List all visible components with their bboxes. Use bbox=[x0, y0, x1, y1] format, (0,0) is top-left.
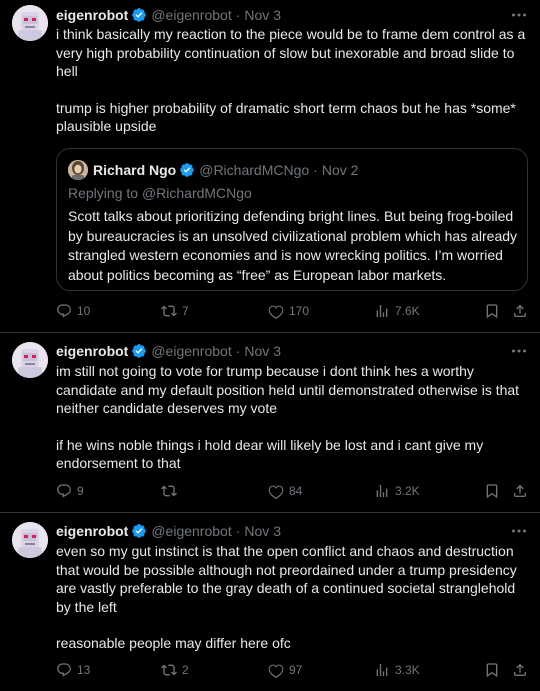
views-button[interactable]: 7.6K bbox=[374, 301, 420, 321]
views-count: 3.2K bbox=[395, 484, 420, 498]
like-count: 170 bbox=[289, 304, 310, 318]
verified-badge-icon bbox=[131, 343, 147, 359]
tweet-text: i think basically my reaction to the pie… bbox=[56, 25, 528, 136]
timestamp[interactable]: Nov 3 bbox=[244, 7, 281, 23]
replying-to-label: Replying to bbox=[68, 185, 139, 201]
reply-button[interactable]: 9 bbox=[56, 481, 84, 501]
reply-icon bbox=[57, 484, 71, 498]
share-icon bbox=[514, 663, 526, 676]
retweet-button[interactable]: 7 bbox=[161, 301, 189, 321]
tweet-text: im still not going to vote for trump bec… bbox=[56, 362, 528, 473]
tweet-paragraph: reasonable people may differ here ofc bbox=[56, 635, 291, 651]
views-button[interactable]: 3.2K bbox=[374, 481, 420, 501]
author-handle[interactable]: @eigenrobot bbox=[151, 343, 231, 359]
more-icon[interactable] bbox=[510, 342, 528, 360]
verified-badge-icon bbox=[131, 7, 147, 23]
tweet-paragraph: im still not going to vote for trump bec… bbox=[56, 363, 520, 416]
retweet-count: 7 bbox=[182, 304, 189, 318]
views-count: 3.3K bbox=[395, 663, 420, 677]
bookmark-button[interactable] bbox=[484, 660, 500, 680]
avatar[interactable] bbox=[12, 342, 48, 378]
separator: · bbox=[235, 7, 241, 23]
like-button[interactable]: 97 bbox=[268, 660, 302, 680]
timestamp[interactable]: Nov 3 bbox=[244, 343, 281, 359]
more-icon[interactable] bbox=[510, 522, 528, 540]
retweet-button[interactable]: 2 bbox=[161, 660, 189, 680]
quoted-tweet-text: Scott talks about prioritizing defending… bbox=[68, 208, 518, 283]
share-button[interactable] bbox=[512, 301, 528, 321]
tweet-header: eigenrobot @eigenrobot · Nov 3 bbox=[56, 522, 281, 540]
action-bar: 13 2 97 3.3K bbox=[56, 660, 528, 680]
reply-count: 9 bbox=[77, 484, 84, 498]
views-icon bbox=[376, 664, 388, 676]
reply-icon bbox=[57, 663, 71, 677]
tweet-header: eigenrobot @eigenrobot · Nov 3 bbox=[56, 6, 281, 24]
quoted-tweet-header: Richard Ngo @RichardMCNgo · Nov 2 bbox=[68, 160, 359, 180]
views-icon bbox=[376, 485, 388, 497]
like-icon bbox=[268, 305, 284, 319]
bookmark-icon bbox=[486, 304, 498, 319]
separator: · bbox=[235, 343, 241, 359]
verified-badge-icon bbox=[131, 523, 147, 539]
retweet-icon bbox=[161, 305, 177, 317]
retweet-count: 2 bbox=[182, 663, 189, 677]
quoted-avatar bbox=[68, 160, 88, 180]
tweet-paragraph: even so my gut instinct is that the open… bbox=[56, 543, 517, 615]
views-icon bbox=[376, 305, 388, 317]
bookmark-icon bbox=[486, 663, 498, 678]
bookmark-icon bbox=[486, 484, 498, 499]
tweet-header: eigenrobot @eigenrobot · Nov 3 bbox=[56, 342, 281, 360]
author-handle[interactable]: @eigenrobot bbox=[151, 7, 231, 23]
like-button[interactable]: 84 bbox=[268, 481, 302, 501]
avatar[interactable] bbox=[12, 5, 48, 41]
bookmark-button[interactable] bbox=[484, 301, 500, 321]
separator: · bbox=[313, 162, 318, 178]
tweet-paragraph: if he wins noble things i hold dear will… bbox=[56, 436, 484, 472]
quoted-author-name: Richard Ngo bbox=[93, 162, 177, 178]
reply-count: 10 bbox=[77, 304, 91, 318]
share-button[interactable] bbox=[512, 481, 528, 501]
quoted-timestamp: Nov 2 bbox=[321, 162, 359, 178]
views-count: 7.6K bbox=[395, 304, 420, 318]
more-icon[interactable] bbox=[510, 6, 528, 24]
share-button[interactable] bbox=[512, 660, 528, 680]
tweet-paragraph: trump is higher probability of dramatic … bbox=[56, 99, 516, 135]
separator: · bbox=[235, 523, 241, 539]
like-icon bbox=[268, 664, 284, 678]
tweet[interactable]: eigenrobot @eigenrobot · Nov 3 i think b… bbox=[0, 0, 540, 332]
author-name[interactable]: eigenrobot bbox=[56, 7, 128, 23]
tweet-text: even so my gut instinct is that the open… bbox=[56, 542, 528, 653]
share-icon bbox=[514, 304, 526, 317]
retweet-button[interactable] bbox=[161, 481, 182, 501]
retweet-icon bbox=[161, 664, 177, 676]
tweet[interactable]: eigenrobot @eigenrobot · Nov 3 even so m… bbox=[0, 512, 540, 691]
views-button[interactable]: 3.3K bbox=[374, 660, 420, 680]
like-count: 84 bbox=[289, 484, 303, 498]
like-button[interactable]: 170 bbox=[268, 301, 309, 321]
quoted-author-handle: @RichardMCNgo bbox=[199, 162, 310, 178]
reply-button[interactable]: 10 bbox=[56, 301, 90, 321]
like-count: 97 bbox=[289, 663, 303, 677]
replying-to: Replying to @RichardMCNgo bbox=[68, 185, 252, 201]
retweet-icon bbox=[161, 485, 177, 497]
replying-to-handle[interactable]: @RichardMCNgo bbox=[142, 185, 252, 201]
timestamp[interactable]: Nov 3 bbox=[244, 523, 281, 539]
reply-count: 13 bbox=[77, 663, 91, 677]
author-name[interactable]: eigenrobot bbox=[56, 343, 128, 359]
tweet-paragraph: i think basically my reaction to the pie… bbox=[56, 26, 526, 79]
avatar[interactable] bbox=[12, 522, 48, 558]
share-icon bbox=[514, 484, 526, 497]
reply-button[interactable]: 13 bbox=[56, 660, 90, 680]
reply-icon bbox=[57, 304, 71, 318]
quoted-tweet[interactable]: Richard Ngo @RichardMCNgo · Nov 2 Replyi… bbox=[56, 148, 528, 291]
action-bar: 9 84 3.2K bbox=[56, 481, 528, 501]
verified-badge-icon bbox=[179, 162, 195, 178]
tweet[interactable]: eigenrobot @eigenrobot · Nov 3 im still … bbox=[0, 332, 540, 512]
bookmark-button[interactable] bbox=[484, 481, 500, 501]
action-bar: 10 7 170 7.6K bbox=[56, 301, 528, 321]
author-name[interactable]: eigenrobot bbox=[56, 523, 128, 539]
author-handle[interactable]: @eigenrobot bbox=[151, 523, 231, 539]
like-icon bbox=[268, 485, 284, 499]
